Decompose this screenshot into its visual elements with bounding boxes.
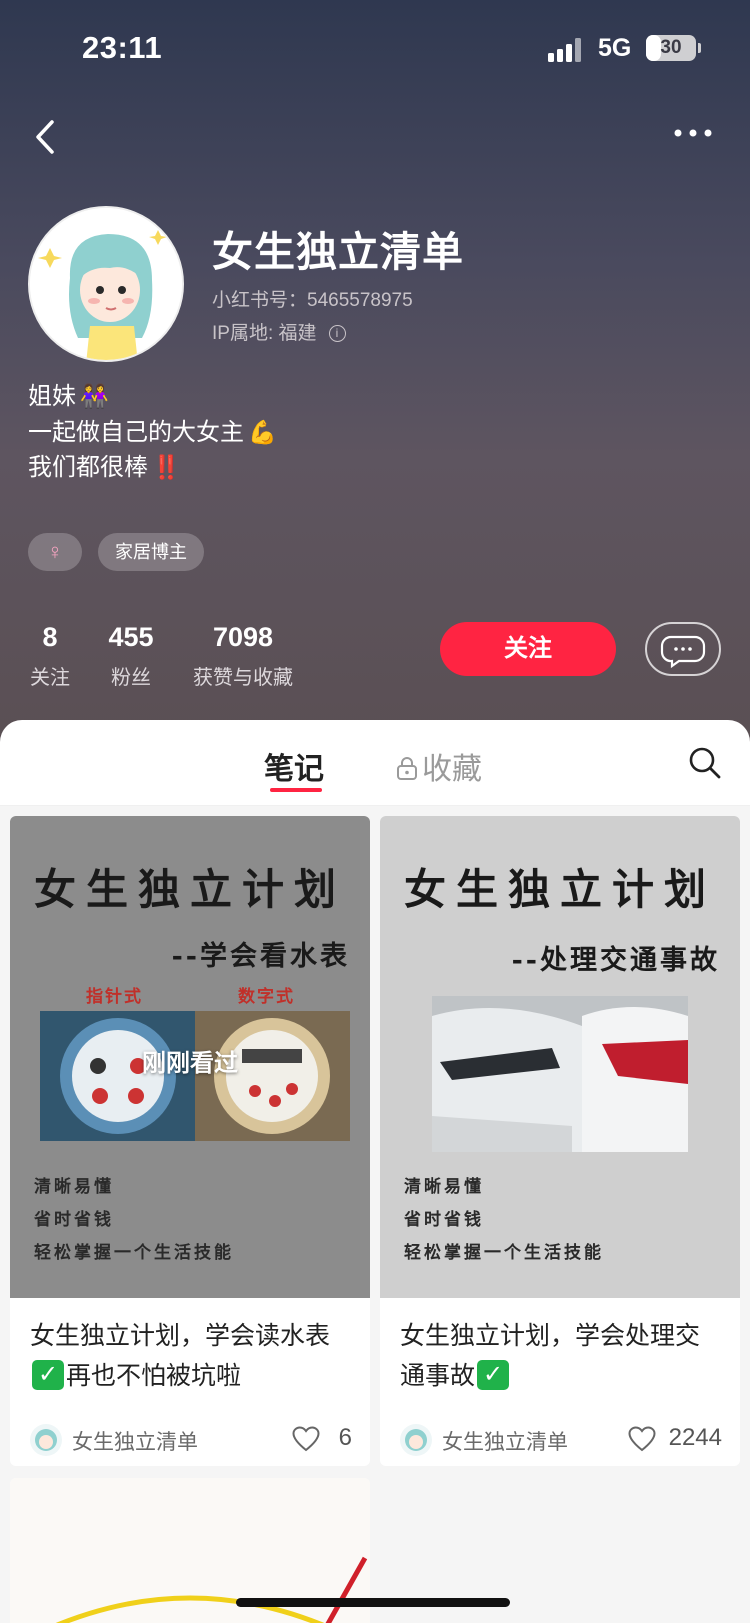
back-button[interactable] <box>30 110 70 160</box>
like-count: 2244 <box>668 1424 722 1451</box>
avatar-illustration <box>30 208 182 360</box>
stat-following[interactable]: 8 关注 <box>28 622 72 690</box>
like-count: 6 <box>338 1424 352 1451</box>
battery-level: 30 <box>660 37 682 58</box>
stat-value: 8 <box>42 622 58 652</box>
tab-collect[interactable]: 收藏 <box>396 744 482 788</box>
author-avatar <box>400 1424 432 1456</box>
battery-icon: 30 <box>646 35 696 61</box>
note-title: 女生独立计划，学会读水表 ✓ 再也不怕被坑啦 <box>30 1316 350 1396</box>
cover-subtitle: --学会看水表 <box>171 941 350 972</box>
follow-button[interactable]: 关注 <box>440 622 616 676</box>
cover-label: 数字式 <box>238 987 295 1007</box>
profile-name: 女生独立清单 <box>212 229 464 275</box>
twins-emoji: 👭 <box>80 383 109 409</box>
avatar[interactable] <box>28 206 184 362</box>
ip-location: IP属地: 福建 i <box>212 318 346 345</box>
tab-notes[interactable]: 笔记 <box>264 744 324 788</box>
car-accident-image <box>432 996 688 1152</box>
note-card[interactable]: 女生独立计划 --学会看水表 指针式 数字式 刚刚看过 清晰易懂 省时省钱 轻松… <box>10 816 370 1466</box>
author-avatar <box>30 1424 62 1456</box>
tab-bar: 笔记 收藏 <box>0 720 750 806</box>
check-mark-icon: ✓ <box>32 1360 64 1391</box>
like-button[interactable]: 2244 <box>628 1424 722 1456</box>
note-info: 女生独立计划，学会处理交通事故 ✓ 女生独立清单 2244 <box>380 1298 740 1466</box>
red-id[interactable]: 小红书号：5465578975 <box>212 285 413 312</box>
cover-title: 女生独立计划 <box>33 865 346 914</box>
stat-label: 关注 <box>30 667 70 689</box>
bio-line: 姐妹 👭 <box>28 376 428 411</box>
signal-icon <box>548 38 588 62</box>
bio-line: 我们都很棒 ‼️ <box>28 447 428 482</box>
network-type: 5G <box>598 34 632 62</box>
note-title-text: 女生独立计划，学会处理交通事故 <box>400 1322 701 1390</box>
note-title-text: 女生独立计划，学会读水表 <box>30 1322 331 1350</box>
cover-bullet: 清晰易懂 <box>34 1177 114 1197</box>
stat-value: 455 <box>108 622 154 652</box>
stat-value: 7098 <box>212 622 274 652</box>
cover-bullet: 轻松掌握一个生活技能 <box>404 1243 604 1263</box>
note-title: 女生独立计划，学会处理交通事故 ✓ <box>400 1316 720 1396</box>
cover-bullet: 轻松掌握一个生活技能 <box>34 1243 234 1263</box>
gender-tag: ♀ <box>28 533 82 571</box>
ip-location-text: IP属地: 福建 <box>212 323 317 344</box>
status-bar: 23:11 5G 30 <box>0 0 750 100</box>
cover-title: 女生独立计划 <box>403 865 716 914</box>
note-cover: 女生独立计划 --学会看水表 指针式 数字式 刚刚看过 清晰易懂 省时省钱 轻松… <box>10 816 370 1298</box>
author-name: 女生独立清单 <box>72 1431 198 1454</box>
like-button[interactable]: 6 <box>292 1424 352 1456</box>
lock-icon <box>397 757 417 781</box>
note-info: 女生独立计划，学会读水表 ✓ 再也不怕被坑啦 女生独立清单 6 <box>10 1298 370 1466</box>
stat-likes-collects[interactable]: 7098 获赞与收藏 <box>188 622 298 690</box>
recently-viewed-overlay: 刚刚看过 <box>142 1050 238 1077</box>
message-button[interactable] <box>645 622 721 676</box>
stat-label: 获赞与收藏 <box>193 667 293 689</box>
chat-bubble-icon <box>660 635 706 669</box>
battery-tip <box>698 43 701 53</box>
heart-icon <box>628 1426 656 1452</box>
home-indicator[interactable] <box>236 1598 510 1607</box>
check-mark-icon: ✓ <box>477 1360 510 1391</box>
cover-bullet: 省时省钱 <box>34 1210 114 1230</box>
info-icon[interactable]: i <box>328 325 346 343</box>
note-card[interactable]: 女生独立计划 --处理交通事故 清晰易懂 省时省钱 轻松掌握一个生活技能 女生独… <box>380 816 740 1466</box>
tab-collect-label: 收藏 <box>422 753 482 786</box>
bio-text: 姐妹 <box>28 383 76 410</box>
profile-header: 23:11 5G 30 女生独立清单 小红书号：5465578975 IP属地:… <box>0 0 750 760</box>
chevron-left-icon <box>36 120 54 154</box>
bio-line: 一起做自己的大女主 💪 <box>28 412 428 447</box>
cover-subtitle: --处理交通事故 <box>511 945 720 976</box>
stat-label: 粉丝 <box>111 667 151 689</box>
stat-followers[interactable]: 455 粉丝 <box>104 622 158 690</box>
notes-feed: 女生独立计划 --学会看水表 指针式 数字式 刚刚看过 清晰易懂 省时省钱 轻松… <box>0 806 750 1623</box>
note-cover: 女生独立计划 --处理交通事故 清晰易懂 省时省钱 轻松掌握一个生活技能 <box>380 816 740 1298</box>
cover-bullet: 清晰易懂 <box>404 1177 484 1197</box>
more-button[interactable] <box>672 118 722 148</box>
author-name: 女生独立清单 <box>442 1431 568 1454</box>
search-icon <box>689 747 721 779</box>
cover-label: 指针式 <box>86 987 143 1007</box>
note-title-text: 再也不怕被坑啦 <box>66 1362 242 1390</box>
category-tag: 家居博主 <box>98 533 204 571</box>
cover-bullet: 省时省钱 <box>404 1210 484 1230</box>
tab-active-indicator <box>270 788 322 792</box>
bio-text: 我们都很棒 <box>28 454 148 481</box>
search-button[interactable] <box>688 746 722 780</box>
more-dots-icon <box>674 129 712 137</box>
double-exclamation-emoji: ‼️ <box>152 454 181 480</box>
status-time: 23:11 <box>82 30 163 65</box>
flexed-arm-emoji: 💪 <box>248 419 277 445</box>
heart-icon <box>292 1426 320 1452</box>
bio-text: 一起做自己的大女主 <box>28 419 244 446</box>
